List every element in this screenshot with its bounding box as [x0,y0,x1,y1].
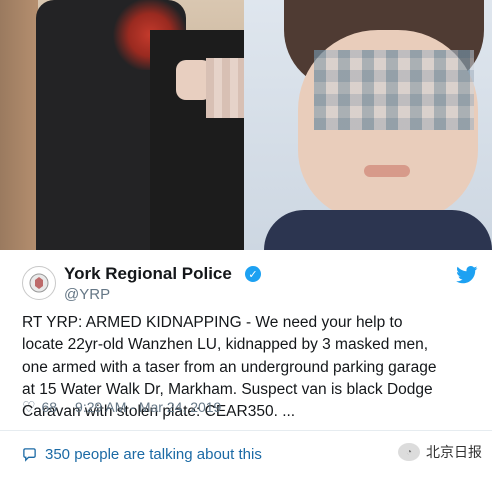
tweet-text-line: RT YRP: ARMED KIDNAPPING - We need your … [22,314,403,331]
photo-chair [0,0,38,250]
account-name[interactable]: York Regional Police [64,264,232,284]
talking-link[interactable]: 350 people are talking about this [22,446,262,463]
photo-right [244,0,492,250]
watermark: ◔ 北京日报 [398,442,482,462]
photo-left [0,0,244,250]
wechat-icon: ◔ [398,443,420,461]
tweet-text-line: locate 22yr-old Wanzhen LU, kidnapped by… [22,336,429,354]
photo-mouth [364,165,410,177]
tweet-text-line: one armed with a taser from an undergrou… [22,358,437,376]
heart-icon[interactable]: ♡ [22,398,35,416]
tweet-header: York Regional Police ✓ @YRP [22,262,482,306]
tweet-meta: ♡ 68 9:29 AM - Mar 24, 2019 [22,398,221,416]
tweet-timestamp[interactable]: 9:29 AM - Mar 24, 2019 [75,399,221,415]
divider [0,430,492,431]
twitter-bird-icon[interactable] [456,266,478,284]
tweet-card: York Regional Police ✓ @YRP RT YRP: ARME… [0,250,492,494]
account-handle[interactable]: @YRP [64,286,110,303]
photo-blurred-face [206,58,244,118]
photo-strip [0,0,492,250]
photo-pixelated-eyes [314,50,474,130]
comment-bubble-icon [23,448,36,462]
watermark-text: 北京日报 [426,444,482,460]
police-crest-icon [29,273,49,293]
talking-count-text: 350 people are talking about this [45,446,262,463]
photo-shirt [264,210,492,250]
verified-badge-icon: ✓ [245,266,261,282]
like-count: 68 [41,399,58,415]
avatar[interactable] [22,266,56,300]
